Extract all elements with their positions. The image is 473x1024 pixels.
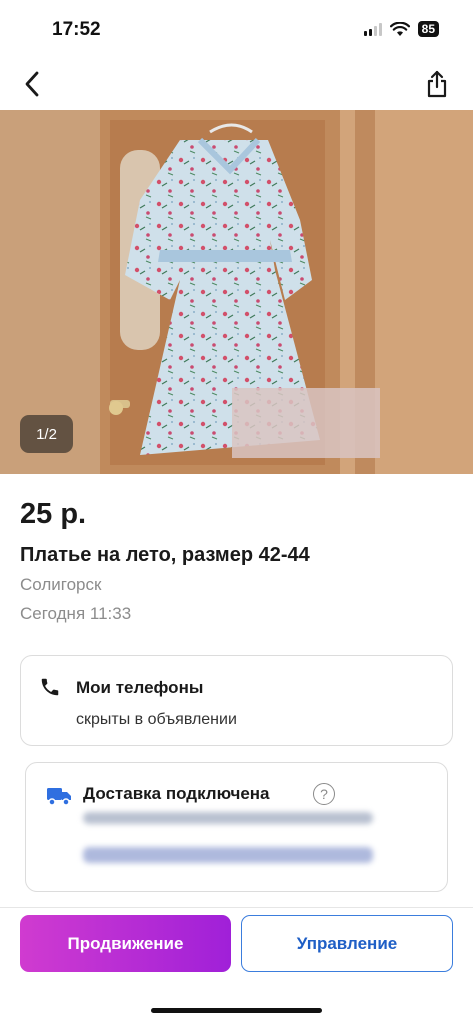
status-bar: 17:52 85: [0, 0, 473, 60]
back-button[interactable]: [14, 66, 50, 102]
phones-title: Мои телефоны: [76, 678, 204, 697]
listing-price: 25 р.: [20, 498, 87, 530]
manage-button[interactable]: Управление: [241, 915, 453, 972]
listing-date: Сегодня 11:33: [20, 604, 132, 623]
nav-bar: [0, 60, 473, 108]
blurred-area: [232, 388, 380, 458]
chevron-left-icon: [25, 71, 39, 97]
phones-card[interactable]: Мои телефоны скрыты в объявлении: [20, 655, 453, 746]
battery-indicator: 85: [417, 21, 439, 37]
photo-counter: 1/2: [20, 415, 73, 453]
status-time: 17:52: [52, 19, 101, 40]
phone-icon: [41, 678, 59, 696]
truck-icon: [47, 788, 71, 806]
delivery-blurred-text: [83, 812, 373, 824]
help-icon[interactable]: ?: [313, 783, 335, 805]
delivery-title: Доставка подключена: [83, 784, 270, 803]
phones-subtitle: скрыты в объявлении: [76, 711, 237, 728]
listing-title: Платье на лето, размер 42-44: [20, 544, 310, 566]
listing-photo[interactable]: 1/2: [0, 110, 473, 474]
share-icon: [427, 70, 447, 98]
delivery-card[interactable]: Доставка подключена ?: [25, 762, 448, 892]
share-button[interactable]: [419, 66, 455, 102]
listing-city: Солигорск: [20, 575, 102, 594]
promote-button[interactable]: Продвижение: [20, 915, 231, 972]
home-indicator: [151, 1008, 322, 1013]
status-icons: 85: [363, 21, 439, 37]
signal-icon: [363, 22, 382, 36]
wifi-icon: [389, 21, 410, 36]
delivery-blurred-link: [83, 847, 373, 863]
bottom-divider: [0, 907, 473, 908]
